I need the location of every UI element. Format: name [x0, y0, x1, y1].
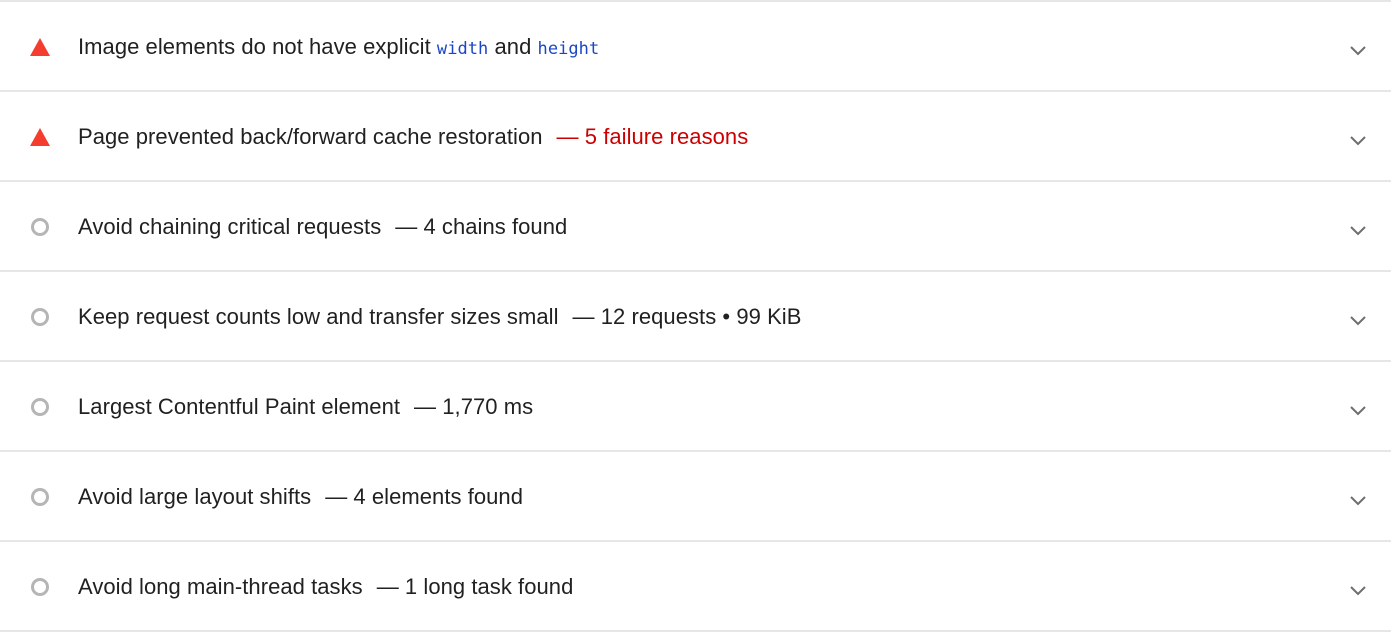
chevron-down-icon[interactable] [1347, 129, 1369, 151]
audit-display-value: — 12 requests • 99 KiB [572, 304, 802, 329]
audit-display-value: — 1,770 ms [414, 394, 534, 419]
circle-icon [29, 306, 51, 328]
chevron-down-icon[interactable] [1347, 309, 1369, 331]
circle-icon [29, 576, 51, 598]
audit-row-layout-shifts[interactable]: Avoid large layout shifts — 4 elements fo… [0, 452, 1391, 542]
audit-title: Avoid large layout shifts — 4 elements fo… [78, 484, 523, 510]
audit-display-value: — 4 elements found [325, 484, 523, 509]
audit-title-text: Largest Contentful Paint element [78, 394, 401, 419]
audit-display-value: — 4 chains found [395, 214, 568, 239]
audit-title: Avoid chaining critical requests — 4 chai… [78, 214, 567, 240]
audit-list: Image elements do not have explicit widt… [0, 0, 1391, 635]
circle-icon [29, 486, 51, 508]
audit-row-lcp-element[interactable]: Largest Contentful Paint element — 1,770 … [0, 362, 1391, 452]
chevron-down-icon[interactable] [1347, 489, 1369, 511]
audit-title: Keep request counts low and transfer siz… [78, 304, 801, 330]
audit-title: Avoid long main-thread tasks — 1 long tas… [78, 574, 573, 600]
audit-title-text: Avoid chaining critical requests [78, 214, 382, 239]
triangle-warning-icon [29, 126, 51, 148]
code-width: width [436, 39, 489, 59]
circle-icon [29, 396, 51, 418]
audit-display-value: — 5 failure reasons [556, 124, 749, 149]
audit-row-long-tasks[interactable]: Avoid long main-thread tasks — 1 long tas… [0, 542, 1391, 632]
audit-title-text: Avoid long main-thread tasks [78, 574, 363, 599]
audit-row-bf-cache[interactable]: Page prevented back/forward cache restor… [0, 92, 1391, 182]
code-height: height [537, 39, 600, 59]
chevron-down-icon[interactable] [1347, 39, 1369, 61]
audit-title: Page prevented back/forward cache restor… [78, 124, 748, 150]
circle-icon [29, 216, 51, 238]
chevron-down-icon[interactable] [1347, 219, 1369, 241]
audit-row-critical-request-chains[interactable]: Avoid chaining critical requests — 4 chai… [0, 182, 1391, 272]
audit-row-unsized-images[interactable]: Image elements do not have explicit widt… [0, 2, 1391, 92]
audit-display-value: — 1 long task found [376, 574, 574, 599]
audit-row-resource-summary[interactable]: Keep request counts low and transfer siz… [0, 272, 1391, 362]
triangle-warning-icon [29, 36, 51, 58]
audit-title-text: Keep request counts low and transfer siz… [78, 304, 559, 329]
audit-title: Largest Contentful Paint element — 1,770 … [78, 394, 533, 420]
audit-title: Image elements do not have explicit widt… [78, 34, 600, 59]
audit-title-text: Page prevented back/forward cache restor… [78, 124, 543, 149]
chevron-down-icon[interactable] [1347, 579, 1369, 601]
audit-title-text: Avoid large layout shifts [78, 484, 312, 509]
chevron-down-icon[interactable] [1347, 399, 1369, 421]
